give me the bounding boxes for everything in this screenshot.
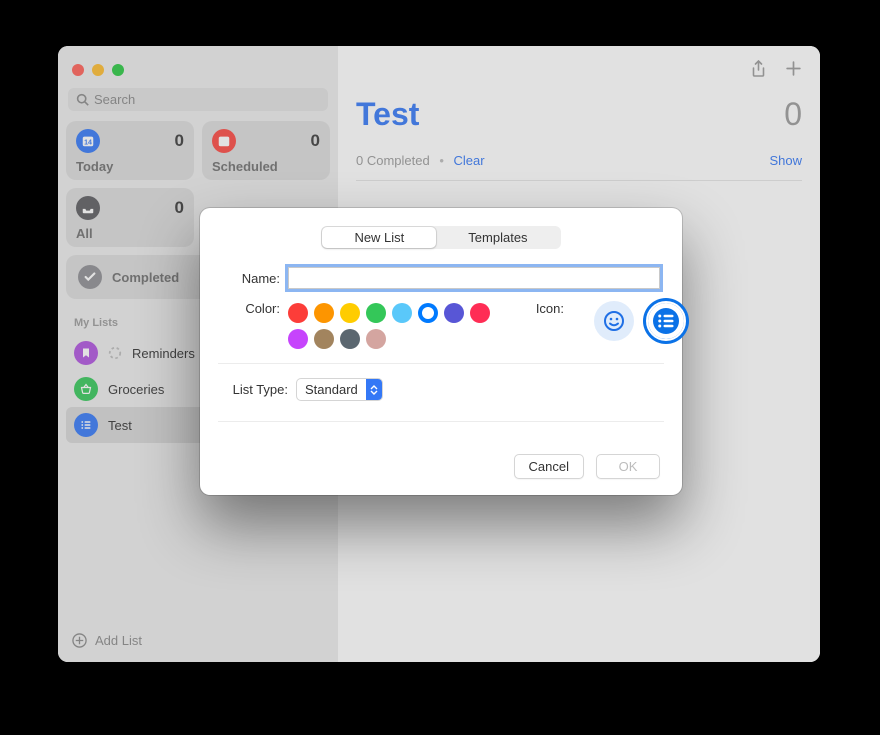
name-label: Name: <box>222 271 280 286</box>
tab-templates[interactable]: Templates <box>436 227 559 248</box>
list-type-select[interactable]: Standard <box>296 378 383 401</box>
color-swatch[interactable] <box>314 303 334 323</box>
color-swatch[interactable] <box>470 303 490 323</box>
color-swatch[interactable] <box>444 303 464 323</box>
color-swatch[interactable] <box>314 329 334 349</box>
color-swatches <box>288 303 508 349</box>
color-swatch[interactable] <box>288 303 308 323</box>
icon-label: Icon: <box>524 301 564 341</box>
color-swatch[interactable] <box>392 303 412 323</box>
color-swatch[interactable] <box>366 303 386 323</box>
smiley-icon <box>602 309 626 333</box>
icon-picker-emoji[interactable] <box>594 301 634 341</box>
color-swatch[interactable] <box>340 329 360 349</box>
color-swatch-selected[interactable] <box>418 303 438 323</box>
color-swatch[interactable] <box>340 303 360 323</box>
ok-button[interactable]: OK <box>596 454 660 479</box>
list-type-value: Standard <box>297 379 366 400</box>
cancel-button[interactable]: Cancel <box>514 454 584 479</box>
color-label: Color: <box>222 301 280 349</box>
new-list-dialog: New List Templates Name: Color: <box>200 208 682 495</box>
tab-bar: New List Templates <box>222 226 660 249</box>
list-lines-icon <box>656 311 676 331</box>
icon-picker-list[interactable] <box>646 301 686 341</box>
name-input[interactable] <box>288 267 660 289</box>
color-swatch[interactable] <box>366 329 386 349</box>
list-type-label: List Type: <box>222 382 288 397</box>
chevron-updown-icon <box>366 379 382 400</box>
color-swatch[interactable] <box>288 329 308 349</box>
tab-new-list[interactable]: New List <box>322 227 436 248</box>
